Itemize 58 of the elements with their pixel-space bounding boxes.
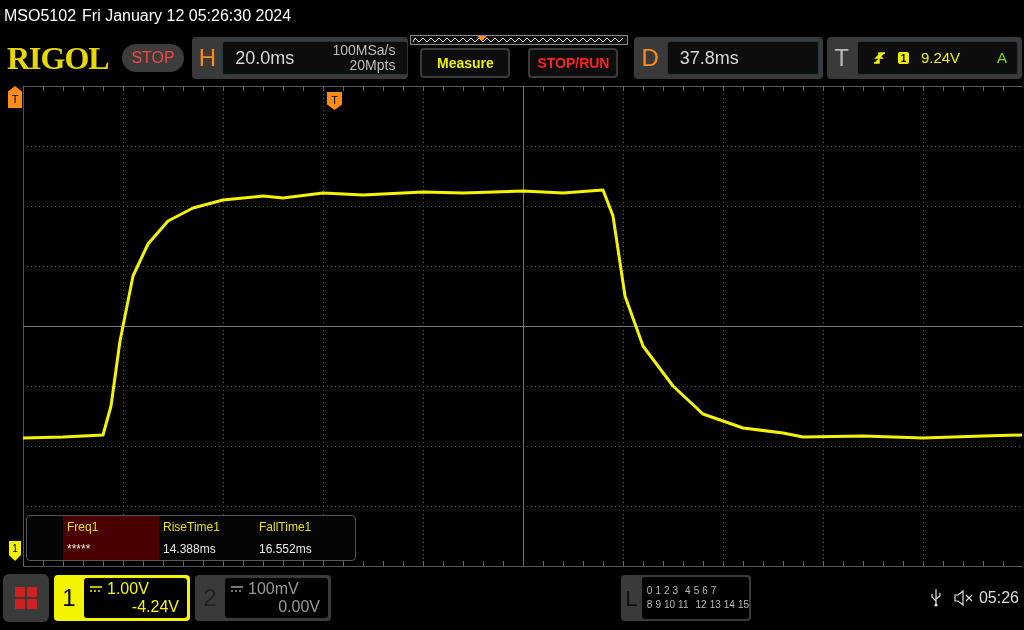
rising-edge-icon xyxy=(873,52,886,64)
vertical-scale: 1.00V xyxy=(107,580,149,598)
logic-channel-number: 10 xyxy=(664,599,676,611)
date-time: Fri January 12 05:26:30 2024 xyxy=(82,6,292,26)
logic-channel-number: 8 xyxy=(646,599,653,611)
menu-button[interactable] xyxy=(3,574,49,622)
logic-channel-number: 6 xyxy=(702,585,708,597)
measurement-item[interactable]: Freq1 ***** xyxy=(63,516,159,560)
dc-coupling-icon xyxy=(231,586,243,592)
model-name: MSO5102 xyxy=(4,6,77,26)
measurement-value: ***** xyxy=(67,541,92,558)
logic-channel-number: 15 xyxy=(737,599,749,611)
logic-channel-number: 1 xyxy=(655,585,661,597)
vertical-offset: 0.00V xyxy=(278,598,320,616)
stop-run-button[interactable]: STOP/RUN xyxy=(528,48,619,78)
run-state-indicator: STOP xyxy=(122,44,184,72)
trigger-position-marker: T xyxy=(327,92,342,110)
logic-channel-number: 12 xyxy=(695,599,707,611)
menu-icon xyxy=(15,587,37,609)
sample-rate: 100MSa/s xyxy=(332,43,396,58)
clock-time: 05:26 xyxy=(978,588,1019,608)
trigger-level: 9.24V xyxy=(920,47,962,68)
logic-channel-number: 0 xyxy=(646,585,653,597)
delay-value: 37.8ms xyxy=(679,46,739,70)
dc-coupling-icon xyxy=(90,586,102,592)
logic-channel-number: 9 xyxy=(655,599,661,611)
channel-panel[interactable]: 1 1.00V -4.24V xyxy=(54,575,190,621)
vertical-scale: 100mV xyxy=(248,580,299,598)
measurement-name: Freq1 xyxy=(67,519,100,536)
trigger-source-badge: 1 xyxy=(897,52,909,64)
trigger-label: T xyxy=(834,43,849,73)
brand-logo: RIGOL xyxy=(7,42,110,74)
logic-channel-number: 3 xyxy=(672,585,679,597)
measure-button[interactable]: Measure xyxy=(420,48,511,78)
horizontal-label: H xyxy=(198,43,217,73)
timebase-value: 20.0ms xyxy=(235,46,295,70)
channel-number: 1 xyxy=(61,583,77,613)
memory-depth: 20Mpts xyxy=(349,58,396,73)
logic-channel-number: 5 xyxy=(693,585,700,597)
delay-label: D xyxy=(641,43,659,73)
measurement-item[interactable]: FallTime1 16.552ms xyxy=(255,516,351,560)
measurement-value: 16.552ms xyxy=(259,541,313,558)
trigger-mode: A xyxy=(997,47,1007,68)
measurement-name: RiseTime1 xyxy=(163,519,221,536)
logic-channel-number: 2 xyxy=(664,585,670,597)
trigger-level-marker: T xyxy=(8,86,22,108)
vertical-offset: -4.24V xyxy=(131,598,179,616)
logic-channel-number: 7 xyxy=(710,585,717,597)
measurement-item[interactable]: RiseTime1 14.388ms xyxy=(159,516,255,560)
channel-marker: 1 xyxy=(9,541,21,561)
logic-channel-number: 13 xyxy=(709,599,721,611)
measurement-name: FallTime1 xyxy=(259,519,313,536)
measurement-value: 14.388ms xyxy=(163,541,217,558)
logic-channel-number: 14 xyxy=(723,599,735,611)
logic-channel-number: 11 xyxy=(678,599,689,611)
speaker-muted-icon xyxy=(953,590,974,606)
usb-icon xyxy=(930,589,941,607)
logic-channel-number: 4 xyxy=(685,585,691,597)
